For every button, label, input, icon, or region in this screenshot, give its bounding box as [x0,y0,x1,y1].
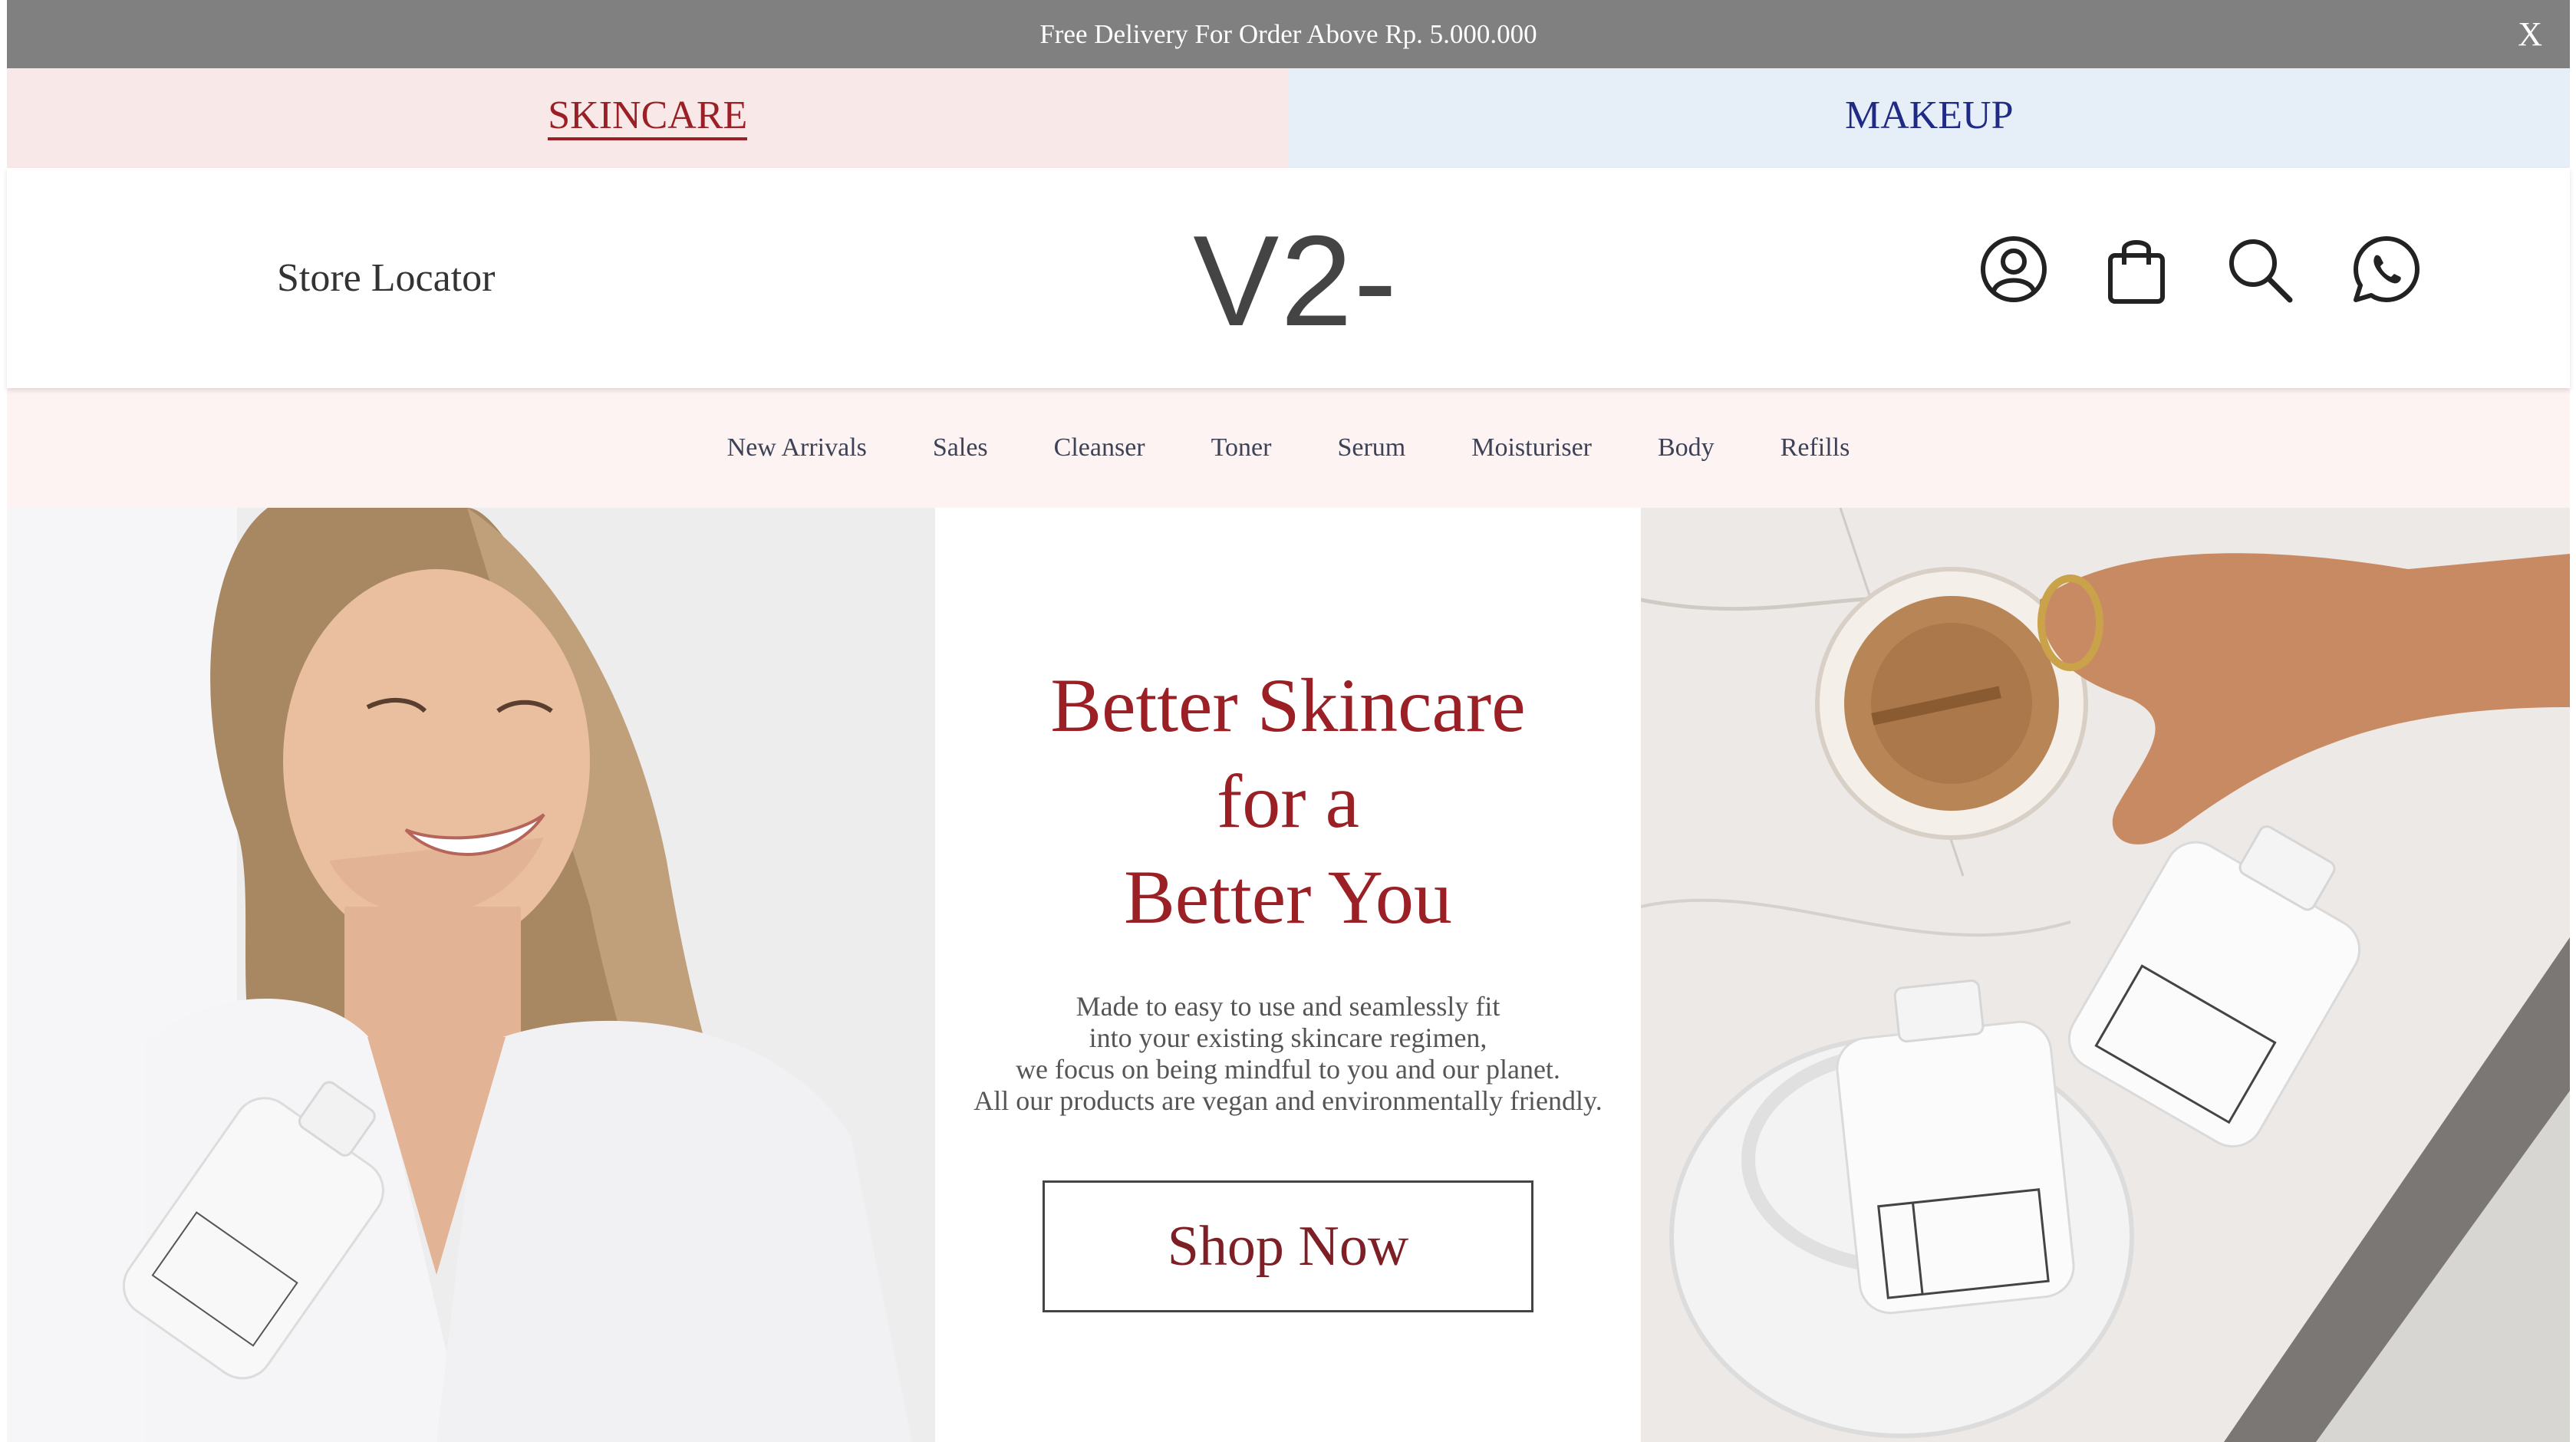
brand-logo[interactable]: V2- [1188,208,1403,354]
nav-item-sales[interactable]: Sales [933,433,988,463]
shopping-bag-icon[interactable] [2100,232,2173,306]
hero-title: Better Skincare for a Better You [935,657,1641,945]
site-header: Store Locator V2- [7,168,2570,388]
hero-description-line: we focus on being mindful to you and our… [1016,1054,1560,1085]
hero-title-line: Better You [1124,854,1452,940]
nav-item-cleanser[interactable]: Cleanser [1054,433,1145,463]
page: Free Delivery For Order Above Rp. 5.000.… [7,0,2570,1442]
tab-makeup-label: MAKEUP [1844,94,2014,137]
close-announcement-button[interactable]: X [2518,0,2542,68]
hero-section: Better Skincare for a Better You Made to… [7,508,2570,1442]
tab-makeup[interactable]: MAKEUP [1288,68,2570,168]
account-icon[interactable] [1977,232,2051,306]
hero-image-woman [7,508,935,1442]
nav-item-toner[interactable]: Toner [1211,433,1272,463]
hero-description-line: into your existing skincare regimen, [1089,1022,1487,1053]
nav-item-refills[interactable]: Refills [1780,433,1850,463]
nav-item-moisturiser[interactable]: Moisturiser [1471,433,1592,463]
hero-content: Better Skincare for a Better You Made to… [935,508,1641,1442]
announcement-text: Free Delivery For Order Above Rp. 5.000.… [1039,18,1537,49]
hero-image-products [1641,508,2570,1442]
hero-title-line: Better Skincare [1050,663,1526,748]
main-nav: New Arrivals Sales Cleanser Toner Serum … [7,388,2570,508]
hero-description-line: All our products are vegan and environme… [973,1085,1603,1116]
hero-description: Made to easy to use and seamlessly fit i… [935,991,1641,1117]
category-tabs: SKINCARE MAKEUP [7,68,2570,168]
nav-item-new-arrivals[interactable]: New Arrivals [727,433,867,463]
search-icon[interactable] [2222,232,2296,306]
whatsapp-icon[interactable] [2350,232,2423,306]
shop-now-button[interactable]: Shop Now [1043,1180,1533,1312]
hero-title-line: for a [1217,759,1359,844]
announcement-bar: Free Delivery For Order Above Rp. 5.000.… [7,0,2570,68]
tab-skincare-label: SKINCARE [548,96,748,140]
tab-skincare[interactable]: SKINCARE [7,68,1289,168]
nav-item-serum[interactable]: Serum [1337,433,1405,463]
nav-item-body[interactable]: Body [1658,433,1715,463]
hero-description-line: Made to easy to use and seamlessly fit [1076,991,1500,1022]
store-locator-link[interactable]: Store Locator [277,168,495,388]
